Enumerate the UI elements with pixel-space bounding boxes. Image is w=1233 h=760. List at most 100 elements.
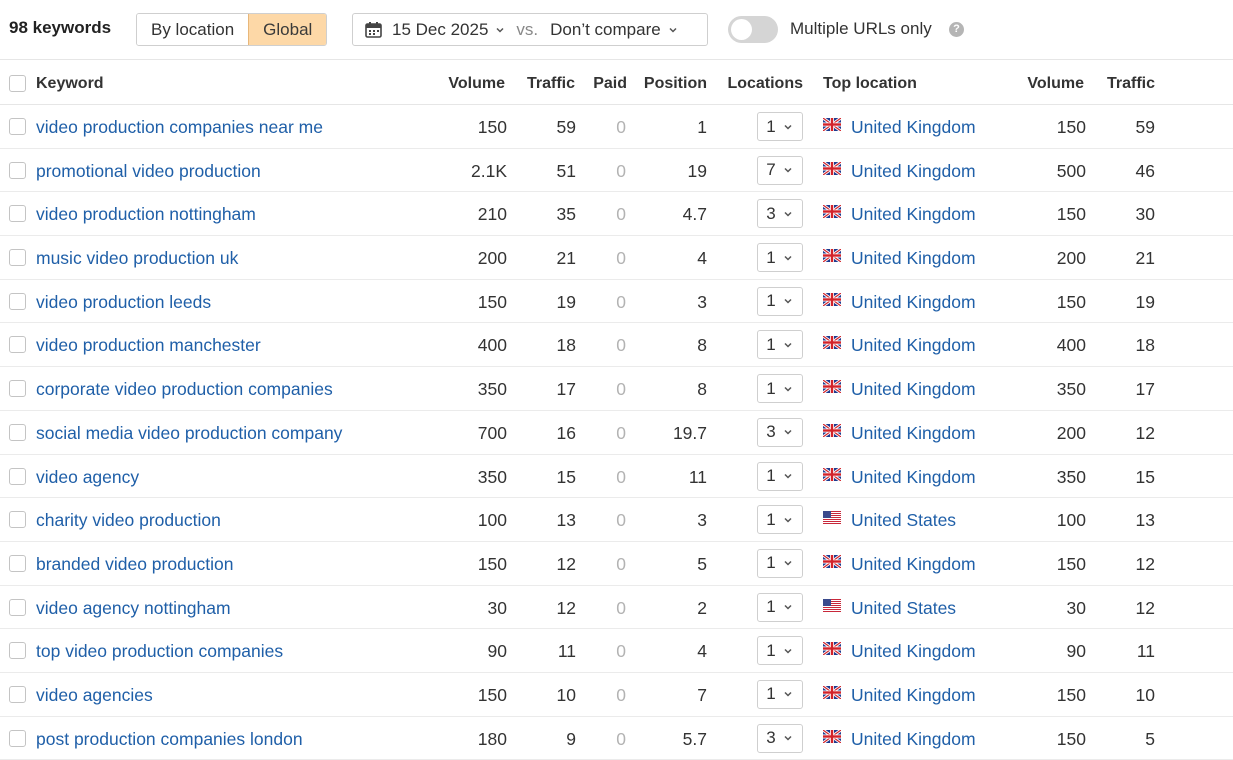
top-location-link[interactable]: United Kingdom <box>851 641 976 662</box>
top-location-link[interactable]: United Kingdom <box>851 335 976 356</box>
us-flag-icon <box>823 598 841 612</box>
row-checkbox[interactable] <box>9 161 26 179</box>
help-icon[interactable]: ? <box>949 22 964 37</box>
keyword-link[interactable]: charity video production <box>36 510 221 531</box>
keyword-link[interactable]: video production leeds <box>36 292 211 313</box>
global-button[interactable]: Global <box>248 14 327 45</box>
table-row: post production companies london 180 9 0… <box>0 717 1233 760</box>
column-top-location[interactable]: Top location <box>823 75 917 93</box>
traffic-value: 19 <box>556 291 576 312</box>
row-checkbox[interactable] <box>9 205 26 223</box>
row-checkbox[interactable] <box>9 380 26 398</box>
row-checkbox[interactable] <box>9 292 26 310</box>
row-checkbox[interactable] <box>9 598 26 616</box>
locations-dropdown[interactable]: 1 <box>757 505 803 535</box>
top-location-link[interactable]: United Kingdom <box>851 248 976 269</box>
toolbar: 98 keywords By location Global 15 Dec 20… <box>0 0 1233 60</box>
locations-dropdown[interactable]: 7 <box>757 155 803 185</box>
keyword-link[interactable]: video agency <box>36 467 139 488</box>
location-volume-value: 350 <box>1056 379 1086 400</box>
top-location-link[interactable]: United Kingdom <box>851 729 976 750</box>
top-location-link[interactable]: United Kingdom <box>851 379 976 400</box>
position-value: 4 <box>697 248 707 269</box>
date-compare-button[interactable]: 15 Dec 2025 vs. Don’t compare <box>352 13 708 46</box>
chevron-down-icon <box>669 27 677 33</box>
uk-flag-icon <box>823 554 841 568</box>
locations-dropdown[interactable]: 3 <box>757 723 803 753</box>
column-volume[interactable]: Volume <box>448 75 505 93</box>
locations-dropdown[interactable]: 1 <box>757 112 803 141</box>
volume-value: 150 <box>477 553 507 574</box>
keyword-link[interactable]: video agency nottingham <box>36 598 231 619</box>
keyword-link[interactable]: video production nottingham <box>36 204 256 225</box>
table-row: social media video production company 70… <box>0 411 1233 455</box>
keyword-link[interactable]: video production manchester <box>36 335 261 356</box>
keyword-link[interactable]: video production companies near me <box>36 117 323 138</box>
locations-dropdown[interactable]: 1 <box>757 374 803 404</box>
column-position[interactable]: Position <box>644 75 707 93</box>
keyword-table-body: video production companies near me 150 5… <box>0 105 1233 760</box>
column-paid[interactable]: Paid <box>593 75 627 93</box>
top-location-link[interactable]: United States <box>851 598 956 619</box>
row-checkbox[interactable] <box>9 729 26 747</box>
location-traffic-value: 5 <box>1145 728 1155 749</box>
keyword-link[interactable]: corporate video production companies <box>36 379 333 400</box>
row-checkbox[interactable] <box>9 118 26 135</box>
top-location-link[interactable]: United Kingdom <box>851 554 976 575</box>
row-checkbox[interactable] <box>9 685 26 703</box>
locations-dropdown[interactable]: 1 <box>757 243 803 273</box>
locations-count: 1 <box>766 640 776 660</box>
top-location-link[interactable]: United Kingdom <box>851 467 976 488</box>
column-location-traffic[interactable]: Traffic <box>1107 75 1155 93</box>
select-all-checkbox[interactable] <box>9 75 26 92</box>
locations-dropdown[interactable]: 1 <box>757 636 803 666</box>
keyword-link[interactable]: post production companies london <box>36 729 303 750</box>
keyword-link[interactable]: top video production companies <box>36 641 283 662</box>
locations-dropdown[interactable]: 1 <box>757 286 803 316</box>
keyword-link[interactable]: social media video production company <box>36 423 342 444</box>
by-location-button[interactable]: By location <box>137 14 249 45</box>
locations-dropdown[interactable]: 3 <box>757 199 803 229</box>
row-checkbox[interactable] <box>9 511 26 529</box>
keyword-link[interactable]: music video production uk <box>36 248 238 269</box>
multiple-urls-toggle[interactable] <box>728 16 778 43</box>
keyword-link[interactable]: video agencies <box>36 685 153 706</box>
row-checkbox[interactable] <box>9 467 26 485</box>
locations-dropdown[interactable]: 1 <box>757 330 803 360</box>
row-checkbox[interactable] <box>9 423 26 441</box>
volume-value: 400 <box>477 335 507 356</box>
top-location-link[interactable]: United Kingdom <box>851 204 976 225</box>
keyword-link[interactable]: branded video production <box>36 554 234 575</box>
locations-dropdown[interactable]: 3 <box>757 417 803 447</box>
locations-count: 1 <box>766 334 776 354</box>
row-checkbox[interactable] <box>9 249 26 267</box>
top-location-link[interactable]: United Kingdom <box>851 161 976 182</box>
chevron-down-icon <box>784 692 792 697</box>
location-traffic-value: 21 <box>1135 248 1155 269</box>
top-location-link[interactable]: United Kingdom <box>851 117 976 138</box>
top-location-link[interactable]: United States <box>851 510 956 531</box>
top-location-link[interactable]: United Kingdom <box>851 423 976 444</box>
column-traffic[interactable]: Traffic <box>527 75 575 93</box>
column-location-volume[interactable]: Volume <box>1027 75 1084 93</box>
uk-flag-icon <box>823 292 841 306</box>
volume-value: 2.1K <box>471 160 507 181</box>
row-checkbox[interactable] <box>9 642 26 660</box>
locations-dropdown[interactable]: 1 <box>757 461 803 491</box>
paid-value: 0 <box>616 466 626 487</box>
keyword-link[interactable]: promotional video production <box>36 161 261 182</box>
locations-dropdown[interactable]: 1 <box>757 592 803 622</box>
traffic-value: 15 <box>556 466 576 487</box>
top-location-link[interactable]: United Kingdom <box>851 292 976 313</box>
row-checkbox[interactable] <box>9 554 26 572</box>
table-row: corporate video production companies 350… <box>0 367 1233 411</box>
location-traffic-value: 18 <box>1135 335 1155 356</box>
locations-dropdown[interactable]: 1 <box>757 679 803 709</box>
column-locations[interactable]: Locations <box>727 75 803 93</box>
column-keyword[interactable]: Keyword <box>36 75 104 93</box>
toggle-knob <box>731 19 752 40</box>
top-location-link[interactable]: United Kingdom <box>851 685 976 706</box>
row-checkbox[interactable] <box>9 336 26 354</box>
traffic-value: 9 <box>566 728 576 749</box>
locations-dropdown[interactable]: 1 <box>757 548 803 578</box>
